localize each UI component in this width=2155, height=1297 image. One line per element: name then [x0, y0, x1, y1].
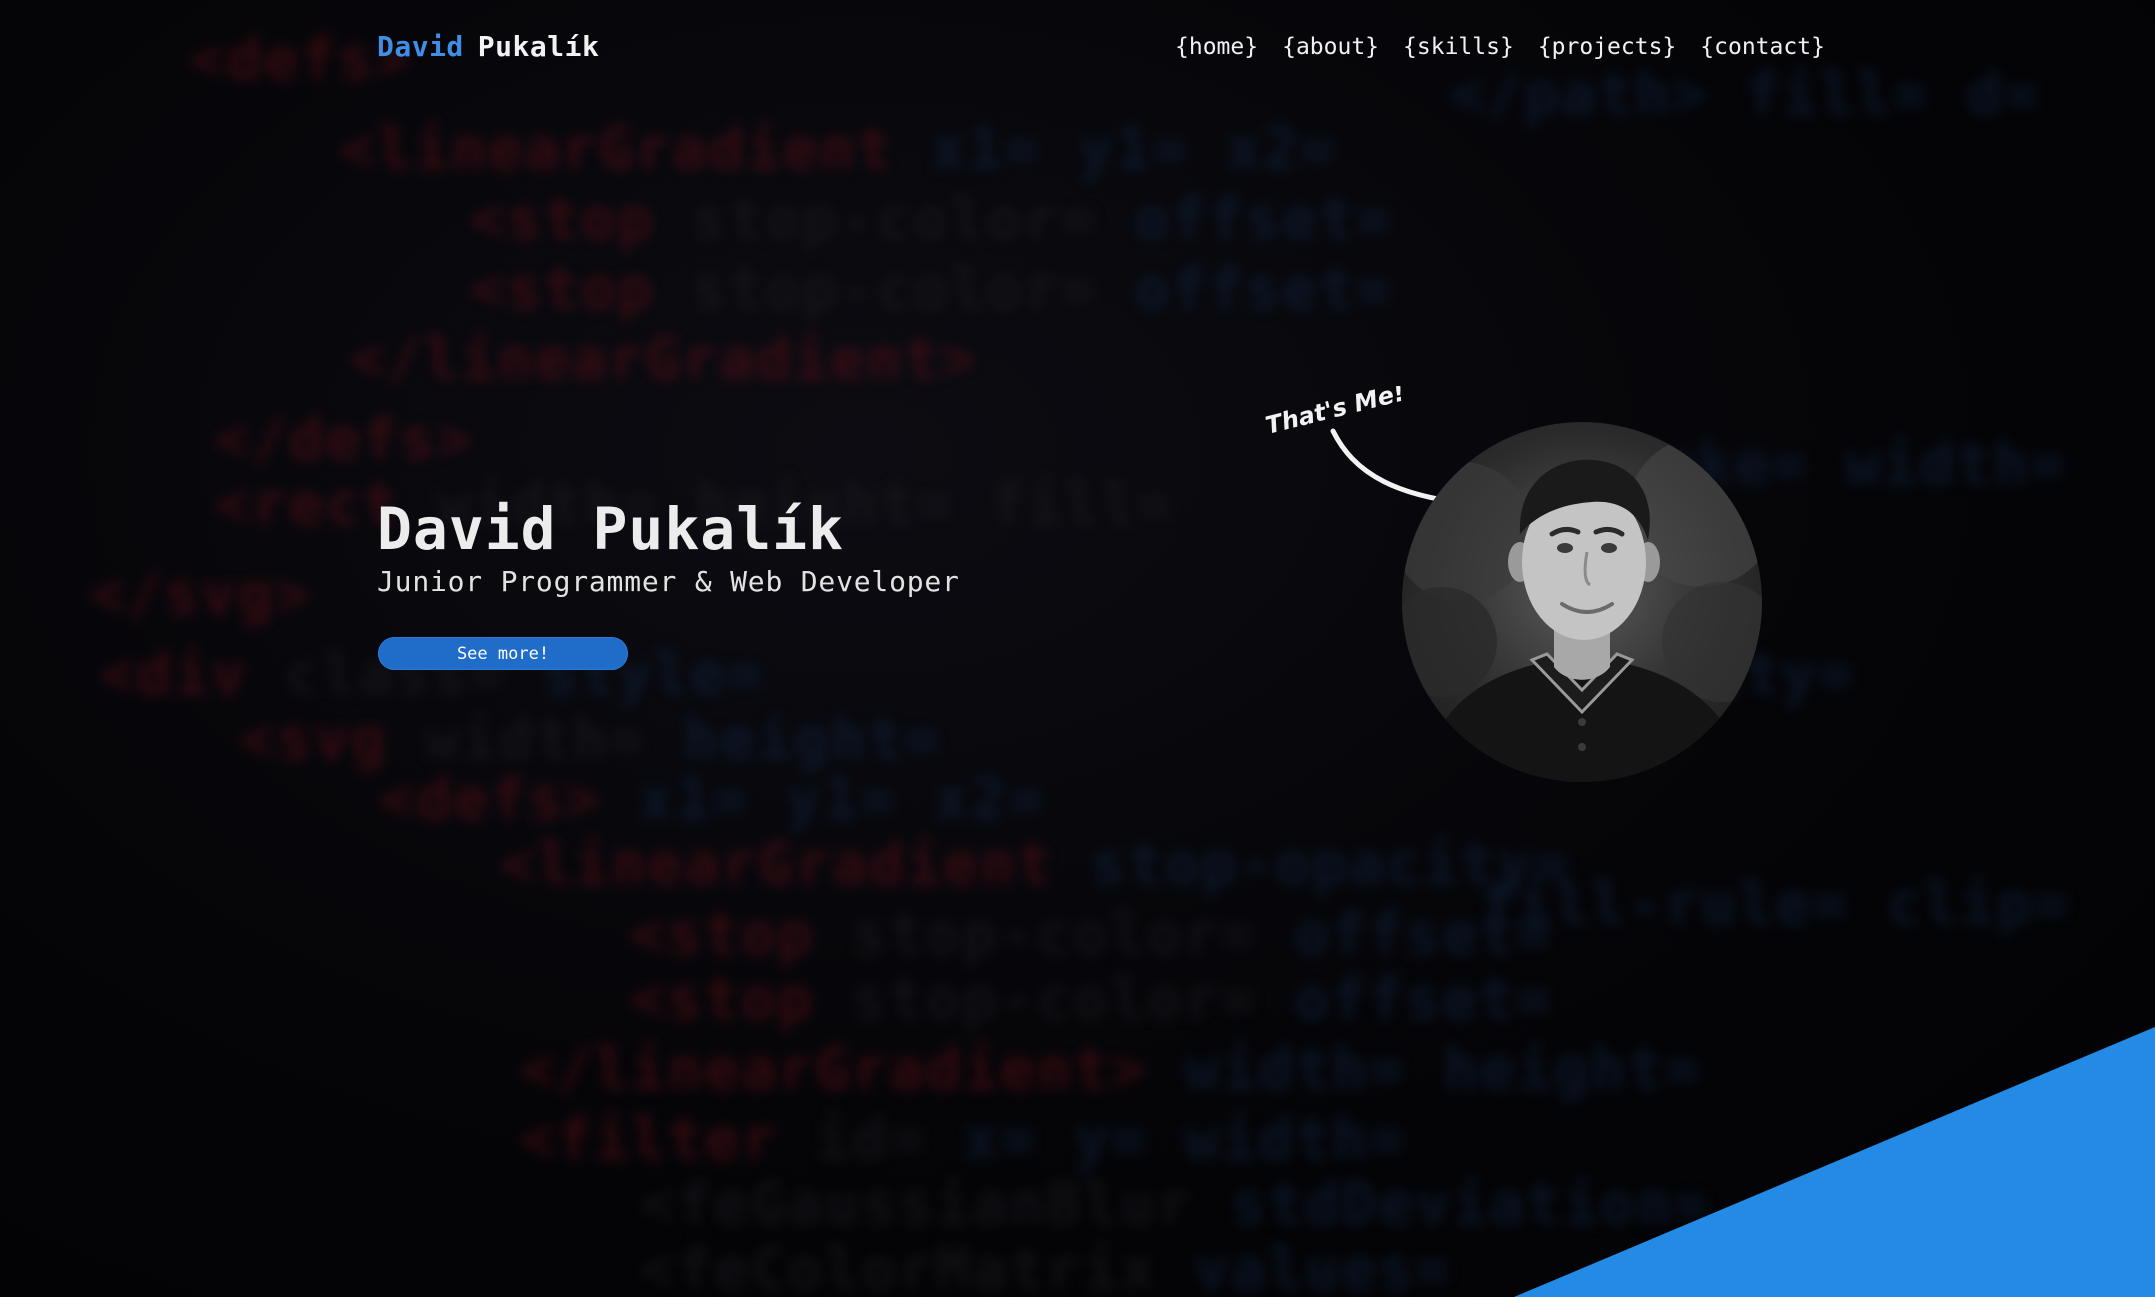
corner-accent-shape [1514, 1027, 2155, 1297]
profile-photo [1402, 422, 1762, 782]
brand-logo[interactable]: David Pukalík [377, 30, 599, 63]
brand-last-name: Pukalík [477, 30, 600, 63]
hero-subtitle: Junior Programmer & Web Developer [377, 565, 960, 598]
nav-item-projects[interactable]: {projects} [1538, 34, 1676, 60]
page: <defs> <linearGradient x1= y1= x2= <stop… [0, 0, 2155, 1297]
nav-item-skills[interactable]: {skills} [1403, 34, 1514, 60]
hero-title: David Pukalík [377, 495, 844, 563]
nav-item-home[interactable]: {home} [1175, 34, 1258, 60]
see-more-button[interactable]: See more! [378, 637, 628, 670]
brand-first-name: David [377, 30, 464, 63]
nav-item-contact[interactable]: {contact} [1700, 34, 1825, 60]
main-nav: {home} {about} {skills} {projects} {cont… [1175, 34, 1825, 60]
nav-item-about[interactable]: {about} [1282, 34, 1379, 60]
